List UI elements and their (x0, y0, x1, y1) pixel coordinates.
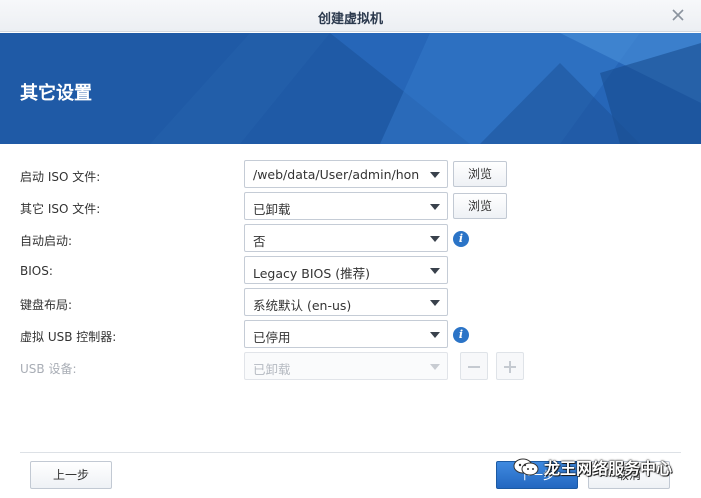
other-iso-select[interactable]: 已卸载 (244, 192, 448, 220)
usb-device-label: USB 设备: (20, 362, 77, 376)
remove-usb-button (460, 352, 488, 380)
info-icon[interactable]: i (453, 231, 469, 247)
chevron-down-icon (430, 236, 440, 242)
window-title: 创建虚拟机 (317, 12, 383, 27)
boot-iso-row: 启动 ISO 文件: /web/data/User/admin/hon 浏览 (0, 160, 701, 190)
cancel-button[interactable]: 取消 (588, 461, 670, 489)
bios-label: BIOS: (20, 264, 53, 278)
usb-device-select: 已卸载 (244, 352, 448, 380)
chevron-down-icon (430, 364, 440, 370)
usb-controller-row: 虚拟 USB 控制器: 已停用 i (0, 320, 701, 350)
info-icon[interactable]: i (453, 327, 469, 343)
keyboard-select[interactable]: 系统默认 (en-us) (244, 288, 448, 316)
boot-iso-browse-button[interactable]: 浏览 (453, 161, 507, 187)
usb-controller-value: 已停用 (253, 330, 291, 345)
usb-controller-select[interactable]: 已停用 (244, 320, 448, 348)
boot-iso-value: /web/data/User/admin/hon (253, 167, 420, 182)
keyboard-value: 系统默认 (en-us) (253, 298, 352, 313)
other-iso-value: 已卸载 (253, 202, 291, 217)
other-iso-row: 其它 ISO 文件: 已卸载 浏览 (0, 192, 701, 222)
chevron-down-icon (430, 332, 440, 338)
settings-form: 启动 ISO 文件: /web/data/User/admin/hon 浏览 其… (0, 144, 701, 444)
autostart-value: 否 (253, 234, 266, 249)
other-iso-label: 其它 ISO 文件: (20, 202, 101, 216)
bios-value: Legacy BIOS (推荐) (253, 266, 371, 281)
chevron-down-icon (430, 268, 440, 274)
chevron-down-icon (430, 204, 440, 210)
keyboard-row: 键盘布局: 系统默认 (en-us) (0, 288, 701, 318)
banner-background (0, 33, 701, 144)
boot-iso-select[interactable]: /web/data/User/admin/hon (244, 160, 448, 188)
other-iso-browse-button[interactable]: 浏览 (453, 193, 507, 219)
prev-button[interactable]: 上一步 (30, 461, 112, 489)
chevron-down-icon (430, 300, 440, 306)
keyboard-label: 键盘布局: (20, 298, 73, 312)
next-button[interactable]: 下一步 (496, 461, 578, 489)
chevron-down-icon (430, 172, 440, 178)
autostart-label: 自动启动: (20, 234, 73, 248)
close-icon[interactable] (669, 6, 687, 24)
usb-device-value: 已卸载 (253, 362, 291, 377)
minus-icon (468, 366, 480, 368)
header-banner: 其它设置 (0, 33, 701, 144)
boot-iso-label: 启动 ISO 文件: (20, 170, 101, 184)
usb-controller-label: 虚拟 USB 控制器: (20, 330, 117, 344)
add-usb-button (496, 352, 524, 380)
footer-divider (20, 452, 681, 453)
autostart-row: 自动启动: 否 i (0, 224, 701, 254)
section-heading: 其它设置 (20, 83, 92, 104)
bios-row: BIOS: Legacy BIOS (推荐) (0, 256, 701, 286)
usb-device-row: USB 设备: 已卸载 (0, 352, 701, 382)
autostart-select[interactable]: 否 (244, 224, 448, 252)
bios-select[interactable]: Legacy BIOS (推荐) (244, 256, 448, 284)
title-bar: 创建虚拟机 (0, 0, 701, 32)
